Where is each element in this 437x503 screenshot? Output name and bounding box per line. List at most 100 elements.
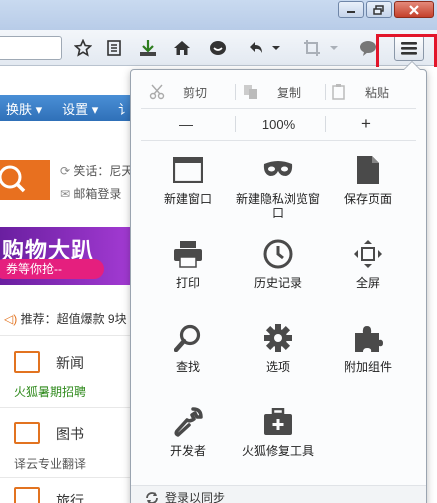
fullscreen-icon — [351, 238, 385, 270]
addons-button[interactable]: 附加组件 — [323, 322, 413, 392]
close-button[interactable] — [394, 1, 434, 18]
settings-menu[interactable]: 设置 ▾ — [62, 99, 98, 118]
copy-button[interactable]: 复制 — [243, 80, 333, 104]
new-window-button[interactable]: 新建窗口 — [143, 154, 233, 224]
options-gear-icon — [261, 322, 295, 354]
download-icon[interactable] — [138, 39, 158, 57]
translation-link[interactable]: 译云专业翻译 — [14, 455, 86, 472]
paste-button[interactable]: 粘贴 — [331, 80, 421, 104]
history-clock-icon — [261, 238, 295, 270]
back-arrow-icon[interactable] — [246, 39, 266, 57]
fullscreen-button[interactable]: 全屏 — [323, 238, 413, 308]
minimize-button[interactable] — [338, 1, 364, 18]
speaker-icon: ◁) — [4, 312, 21, 326]
chat-bubble-icon[interactable] — [358, 39, 378, 57]
home-icon[interactable] — [172, 39, 192, 57]
history-button[interactable]: 历史记录 — [233, 238, 323, 308]
paste-label: 粘贴 — [365, 85, 390, 100]
bookmark-star-icon[interactable] — [73, 39, 93, 57]
app-menu-panel: 剪切 复制 粘贴 — 100% + 新建窗口 新建隐私浏览窗口 保存页面 打印 … — [130, 61, 427, 503]
copy-label: 复制 — [277, 85, 302, 100]
addons-label: 附加组件 — [343, 360, 392, 374]
book-icon — [14, 422, 40, 444]
addons-puzzle-icon — [351, 322, 385, 354]
news-category[interactable]: 新闻 — [56, 353, 84, 373]
divider — [0, 407, 130, 408]
separator — [325, 116, 326, 132]
back-dropdown-icon[interactable] — [270, 39, 282, 57]
zoom-in-button[interactable]: + — [351, 114, 381, 134]
zoom-controls: — 100% + — [131, 110, 426, 138]
firefox-hiring-link[interactable]: 火狐暑期招聘 — [14, 383, 86, 400]
clipboard-icon — [332, 84, 345, 100]
separator — [325, 84, 326, 100]
private-mask-icon — [261, 154, 295, 186]
edit-controls: 剪切 复制 粘贴 — [131, 80, 426, 104]
mail-icon: ✉ — [60, 187, 74, 201]
minimize-icon — [347, 10, 355, 13]
separator — [141, 140, 416, 141]
refresh-icon: ⟳ — [60, 164, 74, 178]
joke-link[interactable]: ⟳ 笑话：尼天 — [60, 162, 133, 179]
restore-button[interactable] — [366, 1, 392, 18]
separator — [235, 84, 236, 100]
developer-button[interactable]: 开发者 — [143, 406, 233, 476]
cut-button[interactable]: 剪切 — [149, 80, 239, 104]
travel-icon — [14, 487, 40, 503]
separator — [141, 108, 416, 109]
find-button[interactable]: 查找 — [143, 322, 233, 392]
zoom-out-button[interactable]: — — [171, 114, 201, 134]
copy-icon — [244, 85, 257, 99]
save-page-button[interactable]: 保存页面 — [323, 154, 413, 224]
divider — [0, 477, 130, 478]
private-window-button[interactable]: 新建隐私浏览窗口 — [233, 154, 323, 224]
developer-label: 开发者 — [169, 444, 206, 458]
crop-dropdown-icon[interactable] — [328, 39, 340, 57]
sync-signin-button[interactable]: 登录以同步 — [131, 485, 426, 503]
search-icon — [0, 165, 26, 193]
sync-icon — [146, 491, 158, 503]
restore-icon — [373, 4, 384, 15]
history-label: 历史记录 — [253, 276, 302, 290]
separator — [235, 116, 236, 132]
page-nav-strip: 换肤 ▾ 设置 ▾ 讠 — [0, 95, 140, 121]
travel-category[interactable]: 旅行 — [56, 491, 84, 503]
print-icon — [171, 238, 205, 270]
navigation-toolbar — [0, 30, 437, 66]
search-button[interactable] — [0, 160, 50, 200]
new-window-icon — [171, 154, 205, 186]
close-icon — [409, 4, 419, 15]
crop-icon[interactable] — [302, 39, 322, 57]
email-login-link[interactable]: ✉ 邮箱登录 — [60, 185, 121, 202]
reading-list-icon[interactable] — [104, 39, 124, 57]
developer-wrench-icon — [171, 406, 205, 438]
chat-smile-icon[interactable] — [208, 39, 228, 57]
sync-label: 登录以同步 — [165, 491, 226, 503]
save-page-label: 保存页面 — [343, 192, 392, 206]
window-titlebar — [0, 0, 437, 30]
options-label: 选项 — [265, 360, 290, 374]
skin-menu[interactable]: 换肤 ▾ — [6, 99, 42, 118]
repair-toolbox-icon — [261, 406, 295, 438]
url-bar[interactable] — [0, 36, 62, 60]
banner-subtitle: 券等你抢-- — [0, 259, 104, 279]
scissors-icon — [149, 84, 165, 100]
repair-tool-label: 火狐修复工具 — [241, 444, 314, 458]
zoom-reset-button[interactable]: 100% — [246, 114, 311, 134]
fullscreen-label: 全屏 — [355, 276, 380, 290]
divider — [0, 335, 130, 336]
repair-tool-button[interactable]: 火狐修复工具 — [233, 406, 323, 476]
private-window-label: 新建隐私浏览窗口 — [235, 192, 320, 220]
save-page-icon — [351, 154, 385, 186]
options-button[interactable]: 选项 — [233, 322, 323, 392]
new-window-label: 新建窗口 — [163, 192, 212, 206]
news-icon — [14, 351, 40, 373]
find-label: 查找 — [175, 360, 200, 374]
print-button[interactable]: 打印 — [143, 238, 233, 308]
recommend-line[interactable]: ◁) 推荐：超值爆款 9块 — [4, 310, 127, 327]
print-label: 打印 — [175, 276, 200, 290]
books-category[interactable]: 图书 — [56, 424, 84, 444]
promo-banner[interactable]: 购物大趴 券等你抢-- — [0, 227, 130, 285]
panel-arrow — [403, 61, 421, 70]
find-magnifier-icon — [171, 322, 205, 354]
